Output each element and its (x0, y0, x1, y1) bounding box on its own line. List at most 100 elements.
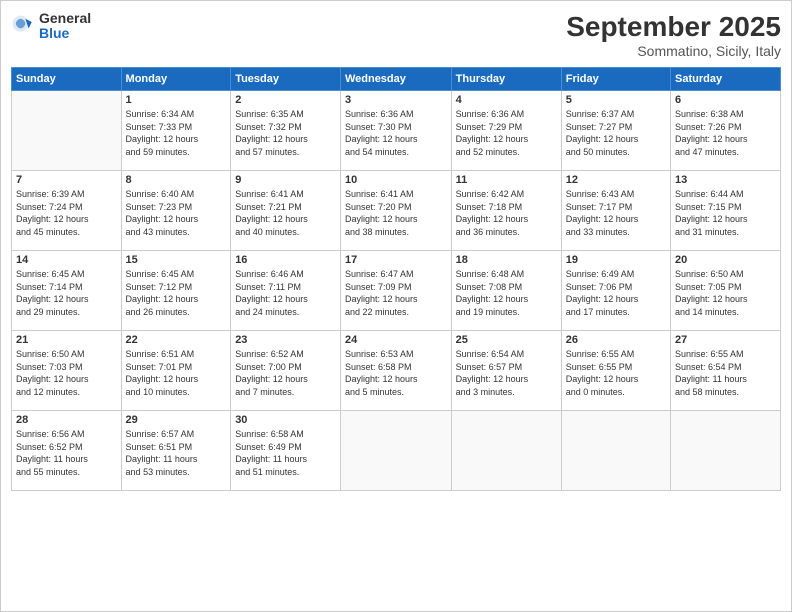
col-wednesday: Wednesday (340, 68, 451, 91)
day-info: Sunrise: 6:58 AM Sunset: 6:49 PM Dayligh… (235, 428, 336, 478)
day-number: 28 (16, 414, 117, 426)
table-row: 7Sunrise: 6:39 AM Sunset: 7:24 PM Daylig… (12, 171, 122, 251)
day-info: Sunrise: 6:36 AM Sunset: 7:29 PM Dayligh… (456, 108, 557, 158)
table-row: 15 Sunrise: 6:45 AM Sunset: 7:12 PM Dayli… (121, 251, 231, 331)
table-row: 9 Sunrise: 6:41 AM Sunset: 7:21 PM Daylig… (231, 171, 341, 251)
day-info: Sunrise: 6:50 AM Sunset: 7:03 PM Dayligh… (16, 348, 117, 398)
logo-blue: Blue (39, 26, 91, 41)
day-info: Sunrise: 6:45 AM Sunset: 7:12 PM Dayligh… (126, 268, 227, 318)
day-info: Sunrise: 6:44 AM Sunset: 7:15 PM Dayligh… (675, 188, 776, 238)
day-number: 20 (675, 254, 776, 266)
day-info: Sunrise: 6:47 AM Sunset: 7:09 PM Dayligh… (345, 268, 447, 318)
day-info: Sunrise: 6:51 AM Sunset: 7:01 PM Dayligh… (126, 348, 227, 398)
calendar-week-row: 7Sunrise: 6:39 AM Sunset: 7:24 PM Daylig… (12, 171, 781, 251)
table-row: 26 Sunrise: 6:55 AM Sunset: 6:55 PM Dayli… (561, 331, 670, 411)
day-info: Sunrise: 6:40 AM Sunset: 7:23 PM Dayligh… (126, 188, 227, 238)
day-number: 1 (126, 94, 227, 106)
logo-icon (11, 14, 35, 38)
header: General Blue September 2025 Sommatino, S… (11, 11, 781, 59)
table-row: 28Sunrise: 6:56 AM Sunset: 6:52 PM Dayli… (12, 411, 122, 491)
location: Sommatino, Sicily, Italy (566, 43, 781, 59)
day-info: Sunrise: 6:41 AM Sunset: 7:21 PM Dayligh… (235, 188, 336, 238)
day-info: Sunrise: 6:38 AM Sunset: 7:26 PM Dayligh… (675, 108, 776, 158)
day-number: 27 (675, 334, 776, 346)
table-row: 5 Sunrise: 6:37 AM Sunset: 7:27 PM Daylig… (561, 91, 670, 171)
table-row: 30 Sunrise: 6:58 AM Sunset: 6:49 PM Dayli… (231, 411, 341, 491)
day-info: Sunrise: 6:55 AM Sunset: 6:55 PM Dayligh… (566, 348, 666, 398)
logo-general: General (39, 11, 91, 26)
day-info: Sunrise: 6:43 AM Sunset: 7:17 PM Dayligh… (566, 188, 666, 238)
table-row: 6 Sunrise: 6:38 AM Sunset: 7:26 PM Daylig… (671, 91, 781, 171)
month-title: September 2025 (566, 11, 781, 43)
day-info: Sunrise: 6:42 AM Sunset: 7:18 PM Dayligh… (456, 188, 557, 238)
day-info: Sunrise: 6:57 AM Sunset: 6:51 PM Dayligh… (126, 428, 227, 478)
day-number: 16 (235, 254, 336, 266)
table-row: 22Sunrise: 6:51 AM Sunset: 7:01 PM Dayli… (121, 331, 231, 411)
table-row: 4 Sunrise: 6:36 AM Sunset: 7:29 PM Daylig… (451, 91, 561, 171)
day-info: Sunrise: 6:37 AM Sunset: 7:27 PM Dayligh… (566, 108, 666, 158)
table-row (561, 411, 670, 491)
calendar-week-row: 21 Sunrise: 6:50 AM Sunset: 7:03 PM Dayli… (12, 331, 781, 411)
day-number: 26 (566, 334, 666, 346)
title-block: September 2025 Sommatino, Sicily, Italy (566, 11, 781, 59)
calendar-week-row: 28Sunrise: 6:56 AM Sunset: 6:52 PM Dayli… (12, 411, 781, 491)
day-info: Sunrise: 6:49 AM Sunset: 7:06 PM Dayligh… (566, 268, 666, 318)
table-row: 2Sunrise: 6:35 AM Sunset: 7:32 PM Daylig… (231, 91, 341, 171)
table-row: 23Sunrise: 6:52 AM Sunset: 7:00 PM Dayli… (231, 331, 341, 411)
day-number: 5 (566, 94, 666, 106)
day-number: 9 (235, 174, 336, 186)
table-row: 16 Sunrise: 6:46 AM Sunset: 7:11 PM Dayli… (231, 251, 341, 331)
day-number: 10 (345, 174, 447, 186)
day-info: Sunrise: 6:54 AM Sunset: 6:57 PM Dayligh… (456, 348, 557, 398)
day-number: 23 (235, 334, 336, 346)
calendar-header-row: Sunday Monday Tuesday Wednesday Thursday… (12, 68, 781, 91)
col-monday: Monday (121, 68, 231, 91)
table-row: 18 Sunrise: 6:48 AM Sunset: 7:08 PM Dayli… (451, 251, 561, 331)
table-row: 24 Sunrise: 6:53 AM Sunset: 6:58 PM Dayli… (340, 331, 451, 411)
day-info: Sunrise: 6:36 AM Sunset: 7:30 PM Dayligh… (345, 108, 447, 158)
day-number: 25 (456, 334, 557, 346)
logo-text: General Blue (39, 11, 91, 42)
day-number: 24 (345, 334, 447, 346)
table-row: 8 Sunrise: 6:40 AM Sunset: 7:23 PM Daylig… (121, 171, 231, 251)
col-friday: Friday (561, 68, 670, 91)
day-number: 19 (566, 254, 666, 266)
table-row (12, 91, 122, 171)
calendar-page: General Blue September 2025 Sommatino, S… (0, 0, 792, 612)
day-number: 2 (235, 94, 336, 106)
day-number: 14 (16, 254, 117, 266)
day-info: Sunrise: 6:46 AM Sunset: 7:11 PM Dayligh… (235, 268, 336, 318)
table-row: 29Sunrise: 6:57 AM Sunset: 6:51 PM Dayli… (121, 411, 231, 491)
day-number: 21 (16, 334, 117, 346)
table-row (671, 411, 781, 491)
table-row: 27Sunrise: 6:55 AM Sunset: 6:54 PM Dayli… (671, 331, 781, 411)
table-row: 10 Sunrise: 6:41 AM Sunset: 7:20 PM Dayli… (340, 171, 451, 251)
day-number: 4 (456, 94, 557, 106)
table-row: 17 Sunrise: 6:47 AM Sunset: 7:09 PM Dayli… (340, 251, 451, 331)
day-number: 18 (456, 254, 557, 266)
day-number: 30 (235, 414, 336, 426)
table-row (340, 411, 451, 491)
day-number: 6 (675, 94, 776, 106)
day-number: 12 (566, 174, 666, 186)
day-number: 8 (126, 174, 227, 186)
logo: General Blue (11, 11, 91, 42)
table-row: 1Sunrise: 6:34 AM Sunset: 7:33 PM Daylig… (121, 91, 231, 171)
table-row: 25 Sunrise: 6:54 AM Sunset: 6:57 PM Dayli… (451, 331, 561, 411)
table-row: 20 Sunrise: 6:50 AM Sunset: 7:05 PM Dayli… (671, 251, 781, 331)
day-info: Sunrise: 6:41 AM Sunset: 7:20 PM Dayligh… (345, 188, 447, 238)
table-row: 19 Sunrise: 6:49 AM Sunset: 7:06 PM Dayli… (561, 251, 670, 331)
day-number: 17 (345, 254, 447, 266)
table-row: 21 Sunrise: 6:50 AM Sunset: 7:03 PM Dayli… (12, 331, 122, 411)
day-info: Sunrise: 6:48 AM Sunset: 7:08 PM Dayligh… (456, 268, 557, 318)
day-info: Sunrise: 6:50 AM Sunset: 7:05 PM Dayligh… (675, 268, 776, 318)
calendar-table: Sunday Monday Tuesday Wednesday Thursday… (11, 67, 781, 491)
day-info: Sunrise: 6:39 AM Sunset: 7:24 PM Dayligh… (16, 188, 117, 238)
day-number: 11 (456, 174, 557, 186)
col-saturday: Saturday (671, 68, 781, 91)
day-number: 15 (126, 254, 227, 266)
col-tuesday: Tuesday (231, 68, 341, 91)
calendar-week-row: 14Sunrise: 6:45 AM Sunset: 7:14 PM Dayli… (12, 251, 781, 331)
table-row: 11 Sunrise: 6:42 AM Sunset: 7:18 PM Dayli… (451, 171, 561, 251)
day-info: Sunrise: 6:53 AM Sunset: 6:58 PM Dayligh… (345, 348, 447, 398)
